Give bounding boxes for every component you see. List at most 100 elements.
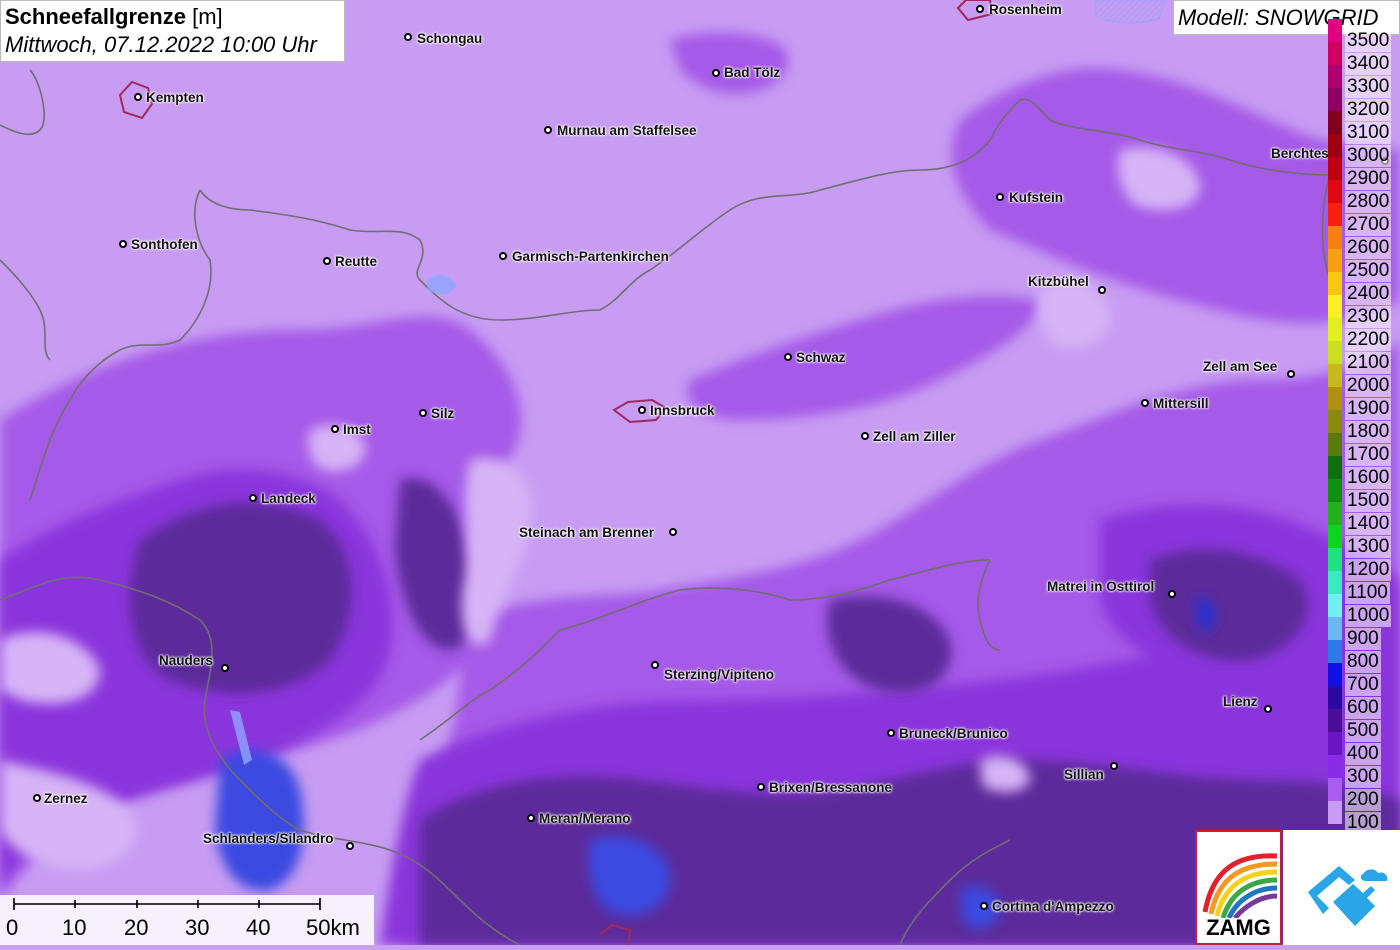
city-label-bad-toelz[interactable]: Bad Tölz <box>724 65 780 80</box>
legend-row: 2200 <box>1328 318 1400 351</box>
legend-row: 2400 <box>1328 272 1400 305</box>
city-label-bruneck[interactable]: Bruneck/Brunico <box>899 726 1008 741</box>
city-label-sillian[interactable]: Sillian <box>1064 767 1104 782</box>
city-dot[interactable] <box>1098 286 1106 294</box>
city-dot[interactable] <box>712 69 720 77</box>
legend-swatch <box>1328 801 1342 824</box>
legend-row: 1100 <box>1328 571 1400 604</box>
legend-swatch <box>1328 502 1342 525</box>
city-dot[interactable] <box>544 126 552 134</box>
city-label-reutte[interactable]: Reutte <box>335 254 377 269</box>
city-label-lienz[interactable]: Lienz <box>1223 694 1258 709</box>
city-label-schwaz[interactable]: Schwaz <box>796 350 846 365</box>
city-dot[interactable] <box>1110 762 1118 770</box>
legend-swatch <box>1328 456 1342 479</box>
legend-swatch <box>1328 134 1342 157</box>
city-dot[interactable] <box>757 783 765 791</box>
snowgrid-logo[interactable] <box>1283 830 1400 945</box>
city-dot[interactable] <box>1264 705 1272 713</box>
legend-swatch <box>1328 249 1342 272</box>
legend-row: 3000 <box>1328 134 1400 167</box>
city-dot[interactable] <box>651 661 659 669</box>
city-dot[interactable] <box>119 240 127 248</box>
city-dot[interactable] <box>980 902 988 910</box>
city-dot[interactable] <box>1141 399 1149 407</box>
city-label-garmisch[interactable]: Garmisch-Partenkirchen <box>512 249 669 264</box>
city-label-rosenheim[interactable]: Rosenheim <box>989 2 1062 17</box>
legend-swatch <box>1328 571 1342 594</box>
city-label-zell-am-ziller[interactable]: Zell am Ziller <box>873 429 956 444</box>
city-label-sterzing[interactable]: Sterzing/Vipiteno <box>664 667 774 682</box>
city-dot[interactable] <box>996 193 1004 201</box>
city-label-zell-am-see[interactable]: Zell am See <box>1203 359 1277 374</box>
legend-swatch <box>1328 410 1342 433</box>
city-dot[interactable] <box>404 33 412 41</box>
legend-row: 1000 <box>1328 594 1400 627</box>
legend-swatch <box>1328 732 1342 755</box>
legend-row: 3400 <box>1328 42 1400 75</box>
city-dot[interactable] <box>976 5 984 13</box>
title-unit: [m] <box>192 4 223 29</box>
legend-row: 2100 <box>1328 341 1400 374</box>
legend-row: 1400 <box>1328 502 1400 535</box>
city-label-nauders[interactable]: Nauders <box>159 653 213 668</box>
city-label-berchtesgaden[interactable]: Berchtes <box>1271 146 1329 161</box>
city-dot[interactable] <box>669 528 677 536</box>
city-dot[interactable] <box>784 353 792 361</box>
legend-row: 700 <box>1328 663 1400 696</box>
legend-swatch <box>1328 88 1342 111</box>
scale-label: 10 <box>62 915 87 940</box>
zamg-logo[interactable]: ZAMG <box>1195 830 1282 945</box>
city-dot[interactable] <box>249 494 257 502</box>
scale-bar: 0 10 20 30 40 50km <box>0 895 374 945</box>
legend-swatch <box>1328 594 1342 617</box>
city-dot[interactable] <box>221 664 229 672</box>
city-dot[interactable] <box>861 432 869 440</box>
city-dot[interactable] <box>887 729 895 737</box>
city-label-kufstein[interactable]: Kufstein <box>1009 190 1063 205</box>
legend-row: 2700 <box>1328 203 1400 236</box>
title-main: Schneefallgrenze <box>5 4 186 29</box>
city-dot[interactable] <box>1168 590 1176 598</box>
city-label-meran[interactable]: Meran/Merano <box>539 811 631 826</box>
city-label-landeck[interactable]: Landeck <box>261 491 316 506</box>
legend-row: 1700 <box>1328 433 1400 466</box>
city-dot[interactable] <box>134 93 142 101</box>
legend-swatch <box>1328 663 1342 686</box>
legend-row: 1600 <box>1328 456 1400 489</box>
city-label-steinach[interactable]: Steinach am Brenner <box>519 525 654 540</box>
city-dot[interactable] <box>331 425 339 433</box>
city-label-brixen[interactable]: Brixen/Bressanone <box>769 780 892 795</box>
city-label-innsbruck[interactable]: Innsbruck <box>650 403 715 418</box>
legend-row: 2600 <box>1328 226 1400 259</box>
city-label-mittersill[interactable]: Mittersill <box>1153 396 1209 411</box>
city-label-matrei[interactable]: Matrei in Osttirol <box>1047 579 1154 594</box>
city-dot[interactable] <box>346 842 354 850</box>
city-label-kitzbuehel[interactable]: Kitzbühel <box>1028 274 1089 289</box>
city-label-schongau[interactable]: Schongau <box>417 31 482 46</box>
city-dot[interactable] <box>638 406 646 414</box>
city-label-kempten[interactable]: Kempten <box>146 90 204 105</box>
legend-row: 800 <box>1328 640 1400 673</box>
city-label-zernez[interactable]: Zernez <box>44 791 88 806</box>
legend-row: 3100 <box>1328 111 1400 144</box>
city-label-schlanders[interactable]: Schlanders/Silandro <box>203 831 334 846</box>
city-label-sonthofen[interactable]: Sonthofen <box>131 237 198 252</box>
legend-swatch <box>1328 42 1342 65</box>
city-label-silz[interactable]: Silz <box>431 406 454 421</box>
city-dot[interactable] <box>499 252 507 260</box>
city-dot[interactable] <box>1287 370 1295 378</box>
city-label-cortina[interactable]: Cortina d'Ampezzo <box>992 899 1114 914</box>
city-dot[interactable] <box>33 794 41 802</box>
legend-swatch <box>1328 755 1342 778</box>
city-dot[interactable] <box>527 814 535 822</box>
city-dot[interactable] <box>323 257 331 265</box>
city-label-imst[interactable]: Imst <box>343 422 371 437</box>
city-dot[interactable] <box>419 409 427 417</box>
city-label-murnau[interactable]: Murnau am Staffelsee <box>557 123 697 138</box>
legend-swatch <box>1328 525 1342 548</box>
legend-swatch <box>1328 364 1342 387</box>
snowfall-map[interactable] <box>0 0 1400 945</box>
scale-label: 50km <box>306 915 360 940</box>
legend-row: 3300 <box>1328 65 1400 98</box>
